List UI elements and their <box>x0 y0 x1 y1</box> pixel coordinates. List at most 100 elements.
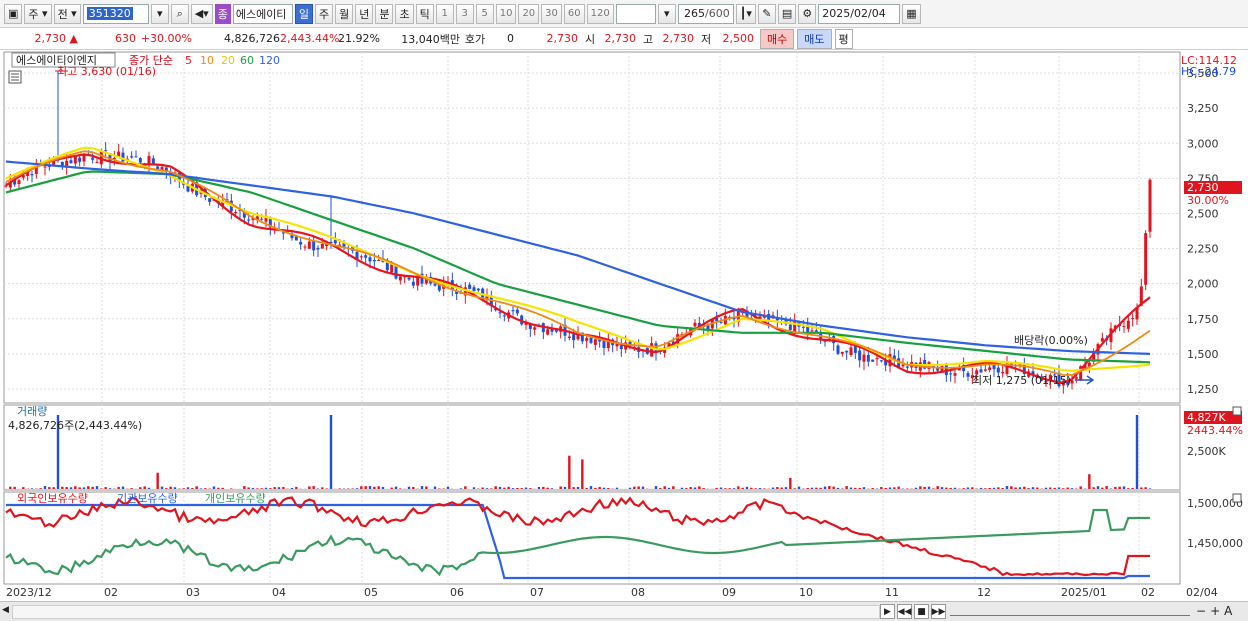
code-dropdown-icon[interactable]: ▾ <box>150 3 169 24</box>
ma20-legend[interactable]: 20 <box>221 54 235 67</box>
ma120-legend[interactable]: 120 <box>259 54 280 67</box>
volume-bar <box>1014 487 1017 489</box>
candle <box>1126 320 1130 329</box>
volume-bar <box>1079 486 1082 489</box>
candle <box>82 155 86 162</box>
candle <box>73 156 77 164</box>
y-tick-label: 3,250 <box>1187 102 1219 115</box>
indiv-legend[interactable]: 개인보유수량 <box>205 492 266 505</box>
period-year[interactable]: 년 <box>355 3 374 24</box>
gear-icon[interactable]: ⚙ <box>798 3 817 24</box>
x-tick-label: 07 <box>530 586 544 599</box>
inst-legend[interactable]: 기관보유수량 <box>117 492 178 505</box>
eval-button[interactable]: 평 <box>834 28 853 49</box>
candle <box>316 247 320 250</box>
volume-bar <box>325 488 328 489</box>
count-total: /600 <box>705 7 730 20</box>
scroll-left-icon[interactable]: ◀ <box>2 605 9 615</box>
y-tick-label: 1,250 <box>1187 383 1219 396</box>
interval-1[interactable]: 1 <box>435 3 454 24</box>
current-price-value: 2,730 <box>34 32 67 45</box>
candle <box>953 373 957 376</box>
zoom-slider[interactable] <box>950 606 1190 616</box>
period-month[interactable]: 월 <box>335 3 354 24</box>
volume-bar <box>962 488 965 489</box>
prev-select[interactable]: 전 ▾ <box>53 3 81 24</box>
sell-button[interactable]: 매도 <box>797 28 832 49</box>
interval-3[interactable]: 3 <box>455 3 474 24</box>
auto-fit-icon[interactable]: A <box>1224 604 1236 618</box>
volume-bar <box>1122 486 1126 489</box>
prev-label: 전 <box>57 7 68 21</box>
stock-name-field[interactable]: 에스에이티 <box>232 3 293 24</box>
volume-panel-close-icon[interactable] <box>1232 406 1242 416</box>
market-type-select[interactable]: 주 ▾ <box>24 3 52 24</box>
volume-bar <box>1001 488 1004 489</box>
stop-icon[interactable]: ■ <box>914 604 929 619</box>
period-day[interactable]: 일 <box>294 3 313 24</box>
calendar-icon[interactable]: ▦ <box>902 3 921 24</box>
buy-button[interactable]: 매수 <box>760 28 795 49</box>
interval-30[interactable]: 30 <box>541 3 562 24</box>
candle-type-icon[interactable]: ┃▾ <box>735 3 756 24</box>
volume-bar <box>572 487 575 489</box>
volume-title: 거래량 <box>17 405 47 418</box>
date-input[interactable]: 2025/02/04 <box>818 3 901 24</box>
ma5-legend[interactable]: 5 <box>185 54 192 67</box>
period-second[interactable]: 초 <box>395 3 414 24</box>
interval-10[interactable]: 10 <box>495 3 517 24</box>
zoom-in-icon[interactable]: + <box>1210 604 1224 618</box>
candle <box>411 281 415 286</box>
ma10-legend[interactable]: 10 <box>200 54 214 67</box>
volume-bar <box>108 488 112 489</box>
volume-bar <box>95 486 99 489</box>
interval-5[interactable]: 5 <box>475 3 494 24</box>
custom-interval-input[interactable] <box>615 3 656 24</box>
volume-bar <box>884 487 887 489</box>
volume-bar <box>971 487 974 489</box>
candle <box>234 212 238 214</box>
volume-bar <box>637 486 640 489</box>
interval-120[interactable]: 120 <box>586 3 614 24</box>
period-minute[interactable]: 분 <box>375 3 394 24</box>
ma60-legend[interactable]: 60 <box>240 54 254 67</box>
volume-bar <box>48 487 51 489</box>
volume-bar <box>195 486 198 489</box>
volume-bar <box>529 488 532 489</box>
foreign-legend[interactable]: 외국인보유수량 <box>17 492 88 505</box>
save-icon[interactable]: ▤ <box>777 3 797 24</box>
candle <box>840 351 844 354</box>
volume-bar <box>550 488 554 489</box>
draw-tool-icon[interactable]: ✎ <box>757 3 776 24</box>
candle <box>468 284 472 289</box>
search-icon[interactable]: ⌕ <box>170 3 189 24</box>
horizontal-scrollbar[interactable] <box>12 605 880 619</box>
chart-svg[interactable]: 3,5003,2503,0002,7502,5002,2502,0001,750… <box>0 50 1248 603</box>
zoom-out-icon[interactable]: − <box>1196 604 1210 618</box>
layout-icon[interactable]: ▣ <box>4 3 23 24</box>
zoom-controls[interactable]: −+A <box>1196 604 1236 618</box>
forward-icon[interactable]: ▶▶ <box>931 604 946 619</box>
volume-bar <box>1148 488 1152 489</box>
volume-panel-frame[interactable] <box>3 404 1181 491</box>
period-week[interactable]: 주 <box>314 3 334 24</box>
volume-bar <box>39 488 42 489</box>
speaker-icon[interactable]: ◀▾ <box>190 3 213 24</box>
volume-bar <box>78 487 81 489</box>
price-panel[interactable] <box>3 51 1181 404</box>
volume-bar <box>61 486 64 489</box>
volume-bar <box>581 459 584 489</box>
interval-20[interactable]: 20 <box>518 3 540 24</box>
code-input[interactable]: 351320 <box>82 3 149 24</box>
candle <box>476 288 480 291</box>
period-tick[interactable]: 틱 <box>415 3 434 24</box>
count-input[interactable]: 265/600 <box>677 3 734 24</box>
volume-bar <box>147 487 151 489</box>
volume-bar <box>659 488 662 489</box>
custom-interval-dropdown-icon[interactable]: ▾ <box>657 3 676 24</box>
rewind-icon[interactable]: ◀◀ <box>897 604 912 619</box>
scroll-right-icon[interactable]: ▶ <box>880 604 895 619</box>
candle <box>905 366 909 368</box>
interval-60[interactable]: 60 <box>563 3 585 24</box>
holdings-panel-close-icon[interactable] <box>1232 493 1242 503</box>
